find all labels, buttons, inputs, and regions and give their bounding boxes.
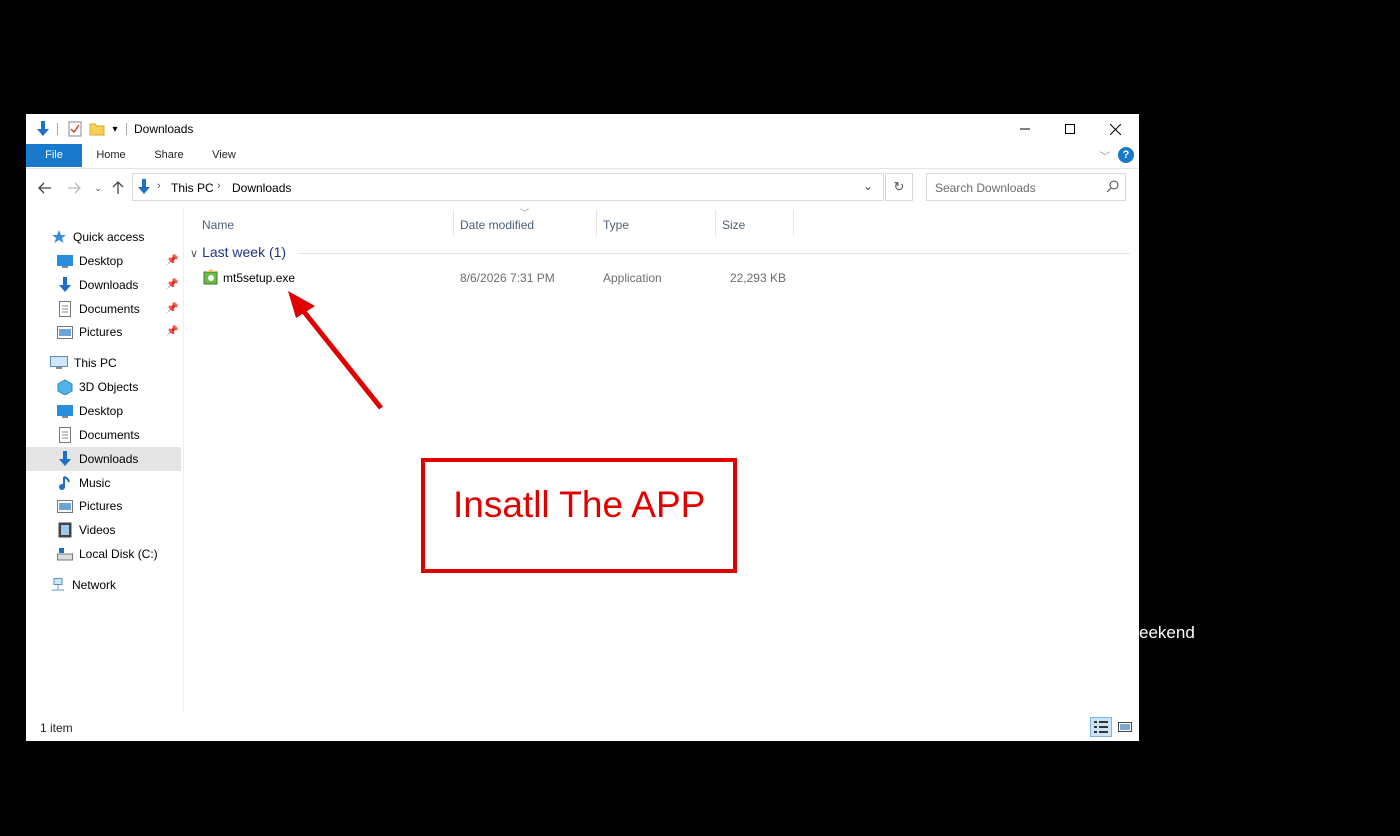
annotation-text: Insatll The APP [453,484,706,525]
annotation-box: Insatll The APP [421,458,737,573]
background-partial-text: eekend [1139,623,1195,642]
annotation-arrow [288,291,383,410]
